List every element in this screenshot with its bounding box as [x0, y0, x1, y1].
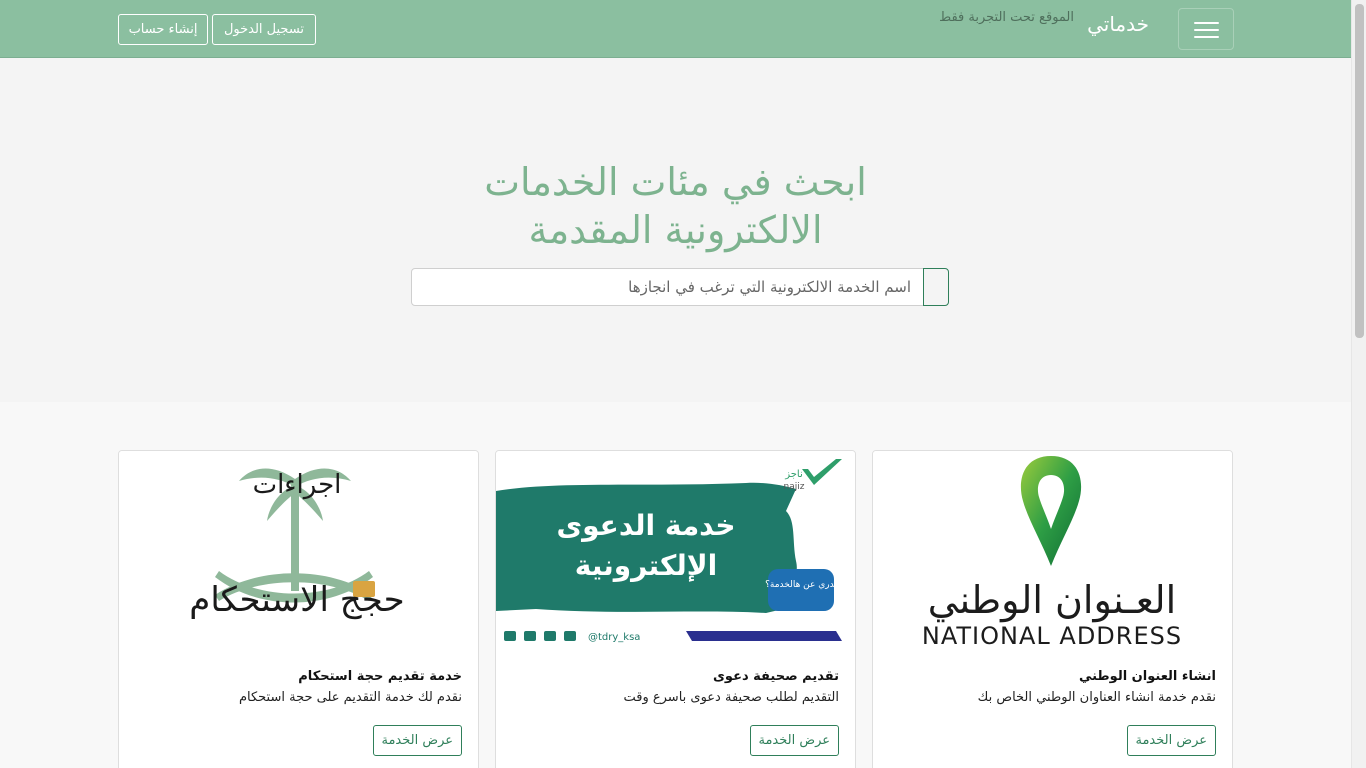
register-button[interactable]: إنشاء حساب	[118, 14, 208, 45]
beta-notice: الموقع تحت التجربة فقط	[939, 10, 1074, 25]
service-search-input[interactable]	[411, 268, 924, 306]
lawsuit-image-line2: الإلكترونية	[575, 549, 717, 582]
lawsuit-badge-text: تدري عن هالخدمة؟	[765, 580, 837, 590]
search-bar	[411, 268, 949, 306]
national-address-ar-text: العـنوان الوطني	[928, 578, 1176, 623]
hero-title: ابحث في مئات الخدمات الالكترونية المقدمة	[0, 158, 1351, 254]
search-button[interactable]	[923, 268, 949, 306]
najiz-logo-ar: ناجز	[784, 469, 803, 480]
page-scrollbar[interactable]	[1351, 0, 1366, 768]
login-button[interactable]: تسجيل الدخول	[212, 14, 316, 45]
scrollbar-thumb[interactable]	[1355, 4, 1364, 338]
brand-logo-text[interactable]: خدماتي	[1087, 12, 1149, 36]
top-navbar: خدماتي الموقع تحت التجربة فقط تسجيل الدخ…	[0, 0, 1351, 58]
card-description: نقدم لك خدمة التقديم على حجة استحكام	[238, 690, 462, 705]
view-service-button[interactable]: عرض الخدمة	[1126, 725, 1216, 756]
card-title: خدمة تقديم حجة استحكام	[298, 669, 462, 684]
card-description: التقديم لطلب صحيفة دعوى باسرع وقت	[623, 690, 839, 705]
istihkam-image: اجراءات حجج الاستحكام	[119, 451, 478, 651]
card-description: نقدم خدمة انشاء العناوان الوطني الخاص بك	[977, 690, 1216, 705]
tdry-handle-text: @tdry_ksa	[588, 632, 640, 643]
view-service-button[interactable]: عرض الخدمة	[372, 725, 462, 756]
hero-section: ابحث في مئات الخدمات الالكترونية المقدمة	[0, 58, 1351, 402]
card-title: انشاء العنوان الوطني	[1078, 669, 1216, 684]
view-service-button[interactable]: عرض الخدمة	[749, 725, 839, 756]
national-address-en-text: NATIONAL ADDRESS	[922, 622, 1182, 650]
najiz-lawsuit-image: خدمة الدعوى الإلكترونية تدري عن هالخدمة؟…	[496, 451, 855, 651]
service-card-national-address: العـنوان الوطني NATIONAL ADDRESS انشاء ا…	[872, 450, 1233, 768]
services-grid: العـنوان الوطني NATIONAL ADDRESS انشاء ا…	[0, 402, 1351, 768]
national-address-logo-image: العـنوان الوطني NATIONAL ADDRESS	[873, 451, 1232, 651]
service-card-istihkam: اجراءات حجج الاستحكام خدمة تقديم حجة است…	[118, 450, 479, 768]
najiz-logo: ناجز najiz	[784, 459, 842, 492]
istihkam-image-line1: اجراءات	[253, 470, 342, 500]
hero-title-line2: الالكترونية المقدمة	[528, 208, 823, 252]
najiz-logo-en: najiz	[784, 482, 805, 492]
lawsuit-image-line1: خدمة الدعوى	[556, 509, 735, 542]
card-title: تقديم صحيفة دعوى	[713, 669, 839, 684]
hero-title-line1: ابحث في مئات الخدمات	[484, 160, 867, 204]
page-viewport: خدماتي الموقع تحت التجربة فقط تسجيل الدخ…	[0, 0, 1351, 768]
hamburger-menu-icon[interactable]	[1178, 8, 1234, 50]
service-card-lawsuit: خدمة الدعوى الإلكترونية تدري عن هالخدمة؟…	[495, 450, 856, 768]
istihkam-image-line2: حجج الاستحكام	[189, 580, 404, 620]
